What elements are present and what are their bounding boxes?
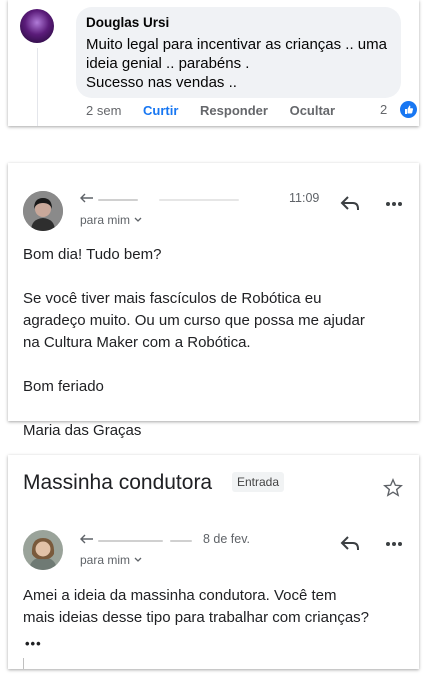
body-gap bbox=[23, 266, 365, 288]
more-vert-icon[interactable] bbox=[382, 532, 406, 556]
body-line: mais ideias desse tipo para trabalhar co… bbox=[23, 609, 370, 626]
chevron-down-icon bbox=[134, 557, 142, 562]
body-line: agradeço muito. Ou um curso que possa me… bbox=[23, 312, 365, 329]
reply-small-icon bbox=[80, 534, 93, 544]
recipient-label: para mim bbox=[80, 213, 131, 227]
comment-line: Muito legal para incentivar as crianças … bbox=[86, 36, 387, 53]
email-time: 11:09 bbox=[289, 191, 320, 205]
body-line: Se você tiver mais fascículos de Robótic… bbox=[23, 290, 322, 307]
comment-text: Muito legal para incentivar as crianças … bbox=[86, 35, 387, 92]
body-gap bbox=[23, 398, 365, 420]
chevron-down-icon bbox=[134, 217, 142, 222]
thread-line bbox=[37, 48, 38, 126]
sender-avatar[interactable] bbox=[23, 530, 63, 570]
facebook-comment-card: Douglas Ursi Muito legal para incentivar… bbox=[8, 0, 419, 126]
email-card: 11:09 para mim Bom dia! Tudo bem? Se voc… bbox=[8, 163, 419, 439]
recipient-label: para mim bbox=[80, 553, 131, 567]
body-line: Amei a ideia da massinha condutora. Você… bbox=[23, 587, 337, 604]
reply-icon[interactable] bbox=[338, 532, 362, 556]
email-date: 8 de fev. bbox=[203, 532, 251, 546]
divider bbox=[23, 658, 24, 669]
recipient-toggle[interactable]: para mim bbox=[80, 553, 143, 567]
sender-redacted[interactable] bbox=[80, 191, 240, 206]
email-card: Massinha condutora Entrada 8 de fev. par… bbox=[8, 455, 419, 669]
reply-button[interactable]: Responder bbox=[200, 103, 268, 118]
comment-line: Sucesso nas vendas .. bbox=[86, 74, 237, 91]
inbox-label[interactable]: Entrada bbox=[232, 472, 285, 492]
comment-time[interactable]: 2 sem bbox=[86, 103, 121, 118]
email-subject: Massinha condutora bbox=[23, 471, 213, 494]
show-trimmed-button[interactable]: ••• bbox=[25, 633, 42, 655]
star-icon[interactable] bbox=[382, 477, 406, 501]
like-count: 2 bbox=[380, 102, 388, 117]
email-body: Amei a ideia da massinha condutora. Você… bbox=[23, 585, 369, 629]
more-vert-icon[interactable] bbox=[382, 192, 406, 216]
sender-redacted[interactable] bbox=[80, 532, 193, 547]
body-line: Bom dia! Tudo bem? bbox=[23, 246, 162, 263]
email-body: Bom dia! Tudo bem? Se você tiver mais fa… bbox=[23, 244, 365, 442]
body-gap bbox=[23, 354, 365, 376]
hide-button[interactable]: Ocultar bbox=[290, 103, 336, 118]
like-button[interactable]: Curtir bbox=[143, 103, 178, 118]
commenter-avatar[interactable] bbox=[20, 9, 54, 43]
reply-icon[interactable] bbox=[338, 192, 362, 216]
comment-actions: 2 sem Curtir Responder Ocultar bbox=[86, 103, 353, 118]
reply-small-icon bbox=[80, 193, 93, 203]
sender-avatar[interactable] bbox=[23, 191, 63, 231]
body-line: na Cultura Maker com a Robótica. bbox=[23, 334, 251, 351]
recipient-toggle[interactable]: para mim bbox=[80, 213, 143, 227]
body-line: Bom feriado bbox=[23, 378, 104, 395]
comment-bubble: Douglas Ursi Muito legal para incentivar… bbox=[76, 7, 401, 98]
comment-line: ideia genial .. parabéns . bbox=[86, 55, 250, 72]
thumbs-up-icon[interactable] bbox=[400, 101, 417, 118]
commenter-name[interactable]: Douglas Ursi bbox=[86, 15, 169, 30]
body-line: Maria das Graças bbox=[23, 422, 142, 439]
